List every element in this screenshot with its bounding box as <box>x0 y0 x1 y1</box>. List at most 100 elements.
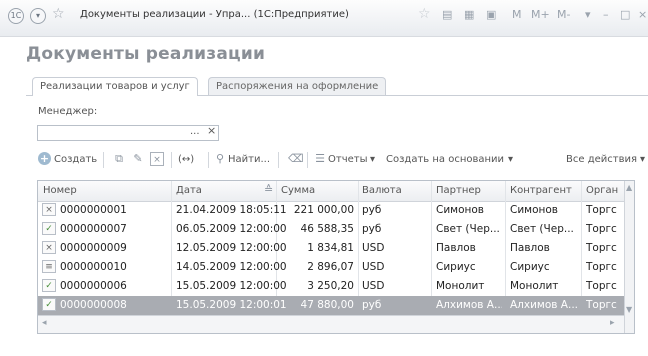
cell-date: 21.04.2009 18:05:11 <box>176 204 287 216</box>
dropdown-icon[interactable]: ▾ <box>585 8 591 21</box>
search-icon[interactable]: ⚲ <box>213 152 227 166</box>
column-header-date[interactable]: Дата <box>176 185 202 196</box>
table-row[interactable]: ✓ 0000000006 15.05.2009 12:00:00 3 250,2… <box>38 277 624 296</box>
memory-m-button[interactable]: M <box>512 8 522 21</box>
cell-organization: Торгс <box>586 242 617 254</box>
create-button[interactable]: Создать <box>54 154 97 165</box>
table-row[interactable]: ≡ 0000000010 14.05.2009 12:00:00 2 896,0… <box>38 258 624 277</box>
column-header-partner[interactable]: Партнер <box>436 185 481 196</box>
cell-currency: руб <box>362 299 382 311</box>
cell-counterparty: Сириус <box>510 261 550 273</box>
table-row[interactable]: × 0000000001 21.04.2009 18:05:11 221 000… <box>38 201 624 220</box>
memory-minus-button[interactable]: M- <box>557 8 570 21</box>
favorite-star-icon[interactable]: ☆ <box>52 6 65 22</box>
horizontal-scrollbar[interactable]: ◂ ▸ <box>38 315 624 333</box>
cell-counterparty: Павлов <box>510 242 550 254</box>
cell-organization: Торгс <box>586 261 617 273</box>
reports-button[interactable]: Отчеты <box>328 154 367 165</box>
table-row[interactable]: × 0000000009 12.05.2009 12:00:00 1 834,8… <box>38 239 624 258</box>
edit-pencil-icon[interactable]: ✎ <box>131 152 145 166</box>
cell-partner: Сириус <box>436 261 476 273</box>
cell-partner: Свет (Чер... <box>436 223 500 235</box>
cell-partner: Павлов <box>436 242 476 254</box>
cell-counterparty: Алхимов А... <box>510 299 578 311</box>
column-header-counterparty[interactable]: Контрагент <box>510 185 572 196</box>
cell-organization: Торгс <box>586 280 617 292</box>
deleted-document-icon: × <box>42 241 56 254</box>
cell-currency: USD <box>362 280 385 292</box>
table-row-selected[interactable]: ✓ 0000000008 15.05.2009 12:00:01 47 880,… <box>38 296 624 315</box>
all-actions-button[interactable]: Все действия <box>566 154 637 165</box>
back-arrow-icon[interactable]: ▾ <box>30 8 46 24</box>
cell-number: 0000000007 <box>60 223 127 235</box>
all-actions-dropdown-icon[interactable]: ▾ <box>640 154 645 165</box>
minimize-icon[interactable]: – <box>603 8 609 21</box>
column-header-sum[interactable]: Сумма <box>281 185 315 196</box>
toolbar-separator <box>278 152 279 168</box>
cell-sum: 47 880,00 <box>300 299 354 311</box>
cell-number: 0000000001 <box>60 204 127 216</box>
column-header-organization[interactable]: Орган <box>586 185 620 196</box>
toolbar-separator <box>103 152 104 168</box>
tab-orders[interactable]: Распоряжения на оформление <box>208 77 387 95</box>
deleted-document-icon: × <box>42 203 56 216</box>
table-row[interactable]: ✓ 0000000007 06.05.2009 12:00:00 46 588,… <box>38 220 624 239</box>
documents-table[interactable]: Номер Дата ≙ Сумма Валюта Партнер Контра… <box>37 180 635 334</box>
cell-number: 0000000006 <box>60 280 127 292</box>
reports-dropdown-icon[interactable]: ▾ <box>370 154 375 165</box>
posted-document-icon: ✓ <box>42 222 56 235</box>
scroll-up-icon[interactable]: ▲ <box>626 183 632 192</box>
cell-currency: руб <box>362 223 382 235</box>
clear-search-icon[interactable]: ⌫ <box>288 152 304 166</box>
cell-number: 0000000009 <box>60 242 127 254</box>
cell-sum: 2 896,07 <box>307 261 354 273</box>
scroll-down-icon[interactable]: ▼ <box>626 305 632 314</box>
favorite-star-icon[interactable]: ☆ <box>418 6 431 22</box>
app-logo-icon[interactable]: 1C <box>8 8 24 24</box>
cell-date: 14.05.2009 12:00:00 <box>176 261 287 273</box>
copy-icon[interactable]: ⧉ <box>112 152 126 166</box>
calculator-icon[interactable]: ▦ <box>464 8 474 21</box>
cell-sum: 46 588,35 <box>300 223 354 235</box>
manager-label: Менеджер: <box>38 106 98 117</box>
history-icon[interactable]: ▤ <box>442 8 452 21</box>
toolbar-separator <box>307 152 308 168</box>
sort-ascending-icon: ≙ <box>264 183 274 196</box>
table-header: Номер Дата ≙ Сумма Валюта Партнер Контра… <box>38 181 624 202</box>
scroll-left-icon[interactable]: ◂ <box>42 318 47 328</box>
cell-sum: 1 834,81 <box>307 242 354 254</box>
cell-organization: Торгс <box>586 223 617 235</box>
maximize-icon[interactable]: □ <box>620 8 630 21</box>
cell-sum: 3 250,20 <box>307 280 354 292</box>
cell-sum: 221 000,00 <box>293 204 354 216</box>
cell-date: 06.05.2009 12:00:00 <box>176 223 287 235</box>
toolbar-separator <box>208 152 209 168</box>
find-button[interactable]: Найти... <box>228 154 270 165</box>
column-header-currency[interactable]: Валюта <box>362 185 402 196</box>
cell-date: 15.05.2009 12:00:01 <box>176 299 287 311</box>
column-header-number[interactable]: Номер <box>43 185 77 196</box>
close-icon[interactable]: × <box>638 8 647 21</box>
post-arrows-button[interactable]: (↔) <box>178 154 194 165</box>
tab-sales[interactable]: Реализации товаров и услуг <box>32 77 198 96</box>
calendar-icon[interactable]: ▣ <box>486 8 496 21</box>
reports-icon[interactable]: ☰ <box>313 152 327 166</box>
cell-partner: Алхимов А... <box>436 299 502 311</box>
memory-plus-button[interactable]: M+ <box>531 8 550 21</box>
create-based-dropdown-icon[interactable]: ▾ <box>508 154 513 165</box>
cell-number: 0000000010 <box>60 261 127 273</box>
select-button[interactable]: ... <box>190 126 200 137</box>
create-plus-icon[interactable]: + <box>38 152 51 165</box>
window-titlebar: 1C ▾ ☆ Документы реализации - Упра... (1… <box>0 0 648 37</box>
cell-number: 0000000008 <box>60 299 127 311</box>
cell-partner: Монолит <box>436 280 485 292</box>
vertical-scrollbar[interactable]: ▲ ▼ <box>624 181 634 333</box>
scroll-right-icon[interactable]: ▸ <box>610 318 615 328</box>
posted-document-icon: ✓ <box>42 298 56 311</box>
toolbar-separator <box>171 152 172 168</box>
delete-mark-icon[interactable]: × <box>150 152 164 166</box>
clear-button[interactable]: × <box>207 124 216 137</box>
cell-organization: Торгс <box>586 299 617 311</box>
cell-currency: USD <box>362 242 385 254</box>
create-based-button[interactable]: Создать на основании <box>386 154 504 165</box>
